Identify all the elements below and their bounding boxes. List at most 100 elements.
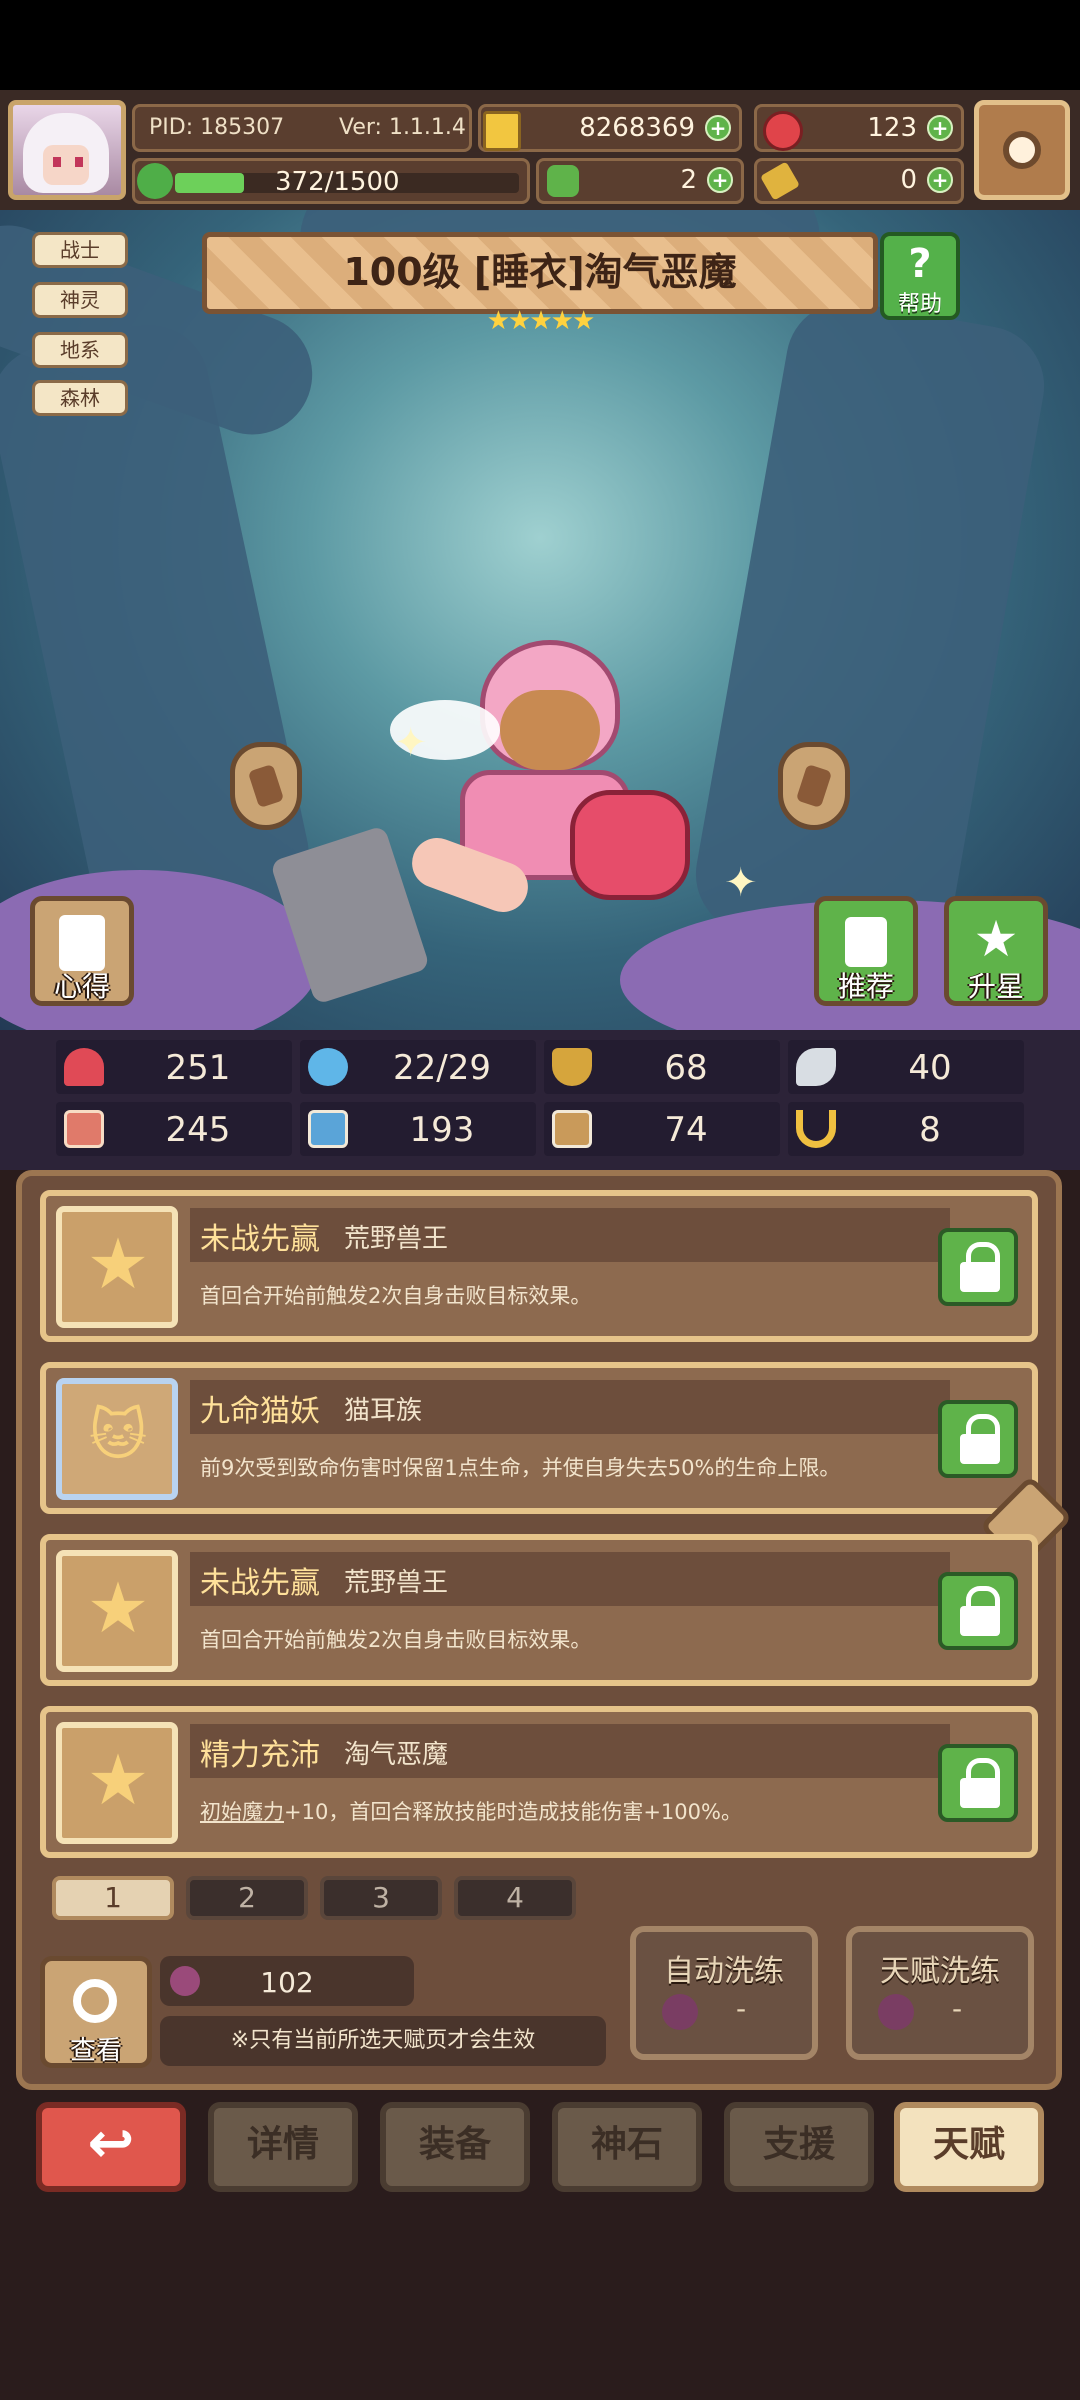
horseshoe-icon (796, 1110, 836, 1148)
back-arrow-icon: ↩ (87, 2111, 135, 2176)
player-avatar[interactable] (8, 100, 126, 200)
refine-fruit-count: 102 (160, 1956, 414, 2006)
status-bar (0, 0, 1080, 90)
tag-element: 地系 (32, 332, 128, 368)
lock-button[interactable] (938, 1400, 1018, 1478)
lock-button[interactable] (938, 1572, 1018, 1650)
auto-refine-button[interactable]: 自动洗练 - (630, 1926, 818, 2060)
add-gold-button[interactable]: + (705, 115, 731, 141)
left-arrow-icon (247, 763, 285, 809)
pid-label: PID: 185307 (149, 115, 285, 140)
exp-clover-icon (137, 163, 173, 199)
settings-button[interactable] (974, 100, 1070, 200)
talent-source: 淘气恶魔 (344, 1740, 449, 1770)
mana-drop-icon (308, 1048, 348, 1086)
star-up-button[interactable]: ★ 升星 (944, 896, 1048, 1006)
fist-icon (64, 1110, 104, 1148)
tab-page-3[interactable]: 3 (320, 1876, 442, 1920)
star-icon: ★ (86, 1223, 150, 1305)
gem-amount: 123 (867, 113, 917, 143)
view-label: 查看 (69, 2036, 122, 2066)
talent-name: 九命猫妖 (200, 1394, 320, 1429)
cat-icon: 🐱 (88, 1403, 148, 1468)
heart-icon (64, 1048, 104, 1086)
tag-class: 战士 (32, 232, 128, 268)
help-button[interactable]: ? 帮助 (880, 232, 960, 320)
star-up-label: 升星 (967, 970, 1024, 1003)
talent-icon: 🐱 (56, 1378, 178, 1500)
fruit-icon (662, 1994, 698, 2030)
wing-icon (796, 1048, 836, 1086)
tag-terrain: 森林 (32, 380, 128, 416)
help-label: 帮助 (897, 292, 942, 317)
prev-hero-button[interactable] (230, 742, 302, 830)
nav-support[interactable]: 支援 (724, 2102, 874, 2192)
clover-icon (547, 165, 579, 197)
scroll-icon (59, 915, 105, 971)
version-label: Ver: 1.1.1.4 (339, 115, 466, 140)
insight-button[interactable]: 心得 (30, 896, 134, 1006)
add-clover-button[interactable]: + (707, 167, 733, 193)
gear-icon (1003, 131, 1041, 169)
gold-coin-icon (483, 111, 521, 151)
talent-icon: ★ (56, 1206, 178, 1328)
talent-name: 未战先赢 (200, 1566, 320, 1601)
talent-keyword-link[interactable]: 初始魔力 (200, 1800, 284, 1824)
stat-hp: 251 (56, 1040, 292, 1094)
gold-amount: 8268369 (579, 113, 695, 143)
talent-name: 精力充沛 (200, 1738, 320, 1773)
stat-armor: 68 (544, 1040, 780, 1094)
thumbs-up-icon (845, 917, 887, 967)
talent-icon: ★ (56, 1722, 178, 1844)
talent-slot[interactable]: 🐱 九命猫妖 猫耳族 前9次受到致命伤害时保留1点生命，并使自身失去50%的生命… (40, 1362, 1038, 1514)
key-bar: 0 + (754, 158, 964, 204)
talent-refine-button[interactable]: 天赋洗练 - (846, 1926, 1034, 2060)
talent-source: 荒野兽王 (344, 1568, 449, 1598)
recommend-button[interactable]: 推荐 (814, 896, 918, 1006)
star-rating: ★★★★★ (486, 306, 596, 336)
add-key-button[interactable]: + (927, 167, 953, 193)
nav-talent[interactable]: 天赋 (894, 2102, 1044, 2192)
talent-description: 首回合开始前触发2次自身击败目标效果。 (200, 1284, 592, 1308)
sparkle-icon: ✦ (724, 860, 758, 906)
talent-description: 前9次受到致命伤害时保留1点生命，并使自身失去50%的生命上限。 (200, 1456, 841, 1480)
nav-equip[interactable]: 装备 (380, 2102, 530, 2192)
book-icon (308, 1110, 348, 1148)
pid-version-bar: PID: 185307 Ver: 1.1.1.4 (132, 104, 472, 152)
exp-text: 372/1500 (275, 167, 400, 197)
armor-icon (552, 1048, 592, 1086)
lock-icon (960, 1606, 1000, 1636)
hero-title: 100级 [睡衣]淘气恶魔 (202, 232, 878, 314)
stat-attack: 245 (56, 1102, 292, 1156)
view-button[interactable]: 查看 (40, 1956, 152, 2068)
clover-amount: 2 (680, 165, 697, 195)
stat-luck: 8 (788, 1102, 1024, 1156)
talent-slot[interactable]: ★ 未战先赢 荒野兽王 首回合开始前触发2次自身击败目标效果。 (40, 1534, 1038, 1686)
next-hero-button[interactable] (778, 742, 850, 830)
lock-button[interactable] (938, 1744, 1018, 1822)
clover-bar: 2 + (536, 158, 744, 204)
magnifier-icon (73, 1979, 117, 2023)
star-icon: ★ (86, 1567, 150, 1649)
lock-button[interactable] (938, 1228, 1018, 1306)
red-gem-icon (763, 111, 803, 151)
key-amount: 0 (900, 165, 917, 195)
talent-description: 首回合开始前触发2次自身击败目标效果。 (200, 1628, 592, 1652)
talent-slot[interactable]: ★ 未战先赢 荒野兽王 首回合开始前触发2次自身击败目标效果。 (40, 1190, 1038, 1342)
tab-page-1[interactable]: 1 (52, 1876, 174, 1920)
lock-icon (960, 1434, 1000, 1464)
tag-race: 神灵 (32, 282, 128, 318)
exp-bar: 372/1500 (132, 158, 530, 204)
add-gem-button[interactable]: + (927, 115, 953, 141)
talent-slot[interactable]: ★ 精力充沛 淘气恶魔 初始魔力+10，首回合释放技能时造成技能伤害+100%。 (40, 1706, 1038, 1858)
stat-magic: 193 (300, 1102, 536, 1156)
nav-stone[interactable]: 神石 (552, 2102, 702, 2192)
tab-page-4[interactable]: 4 (454, 1876, 576, 1920)
hero-character (370, 640, 730, 960)
question-icon: ? (908, 241, 932, 287)
tab-page-2[interactable]: 2 (186, 1876, 308, 1920)
stat-agility: 74 (544, 1102, 780, 1156)
nav-details[interactable]: 详情 (208, 2102, 358, 2192)
back-button[interactable]: ↩ (36, 2102, 186, 2192)
fruit-icon (878, 1994, 914, 2030)
